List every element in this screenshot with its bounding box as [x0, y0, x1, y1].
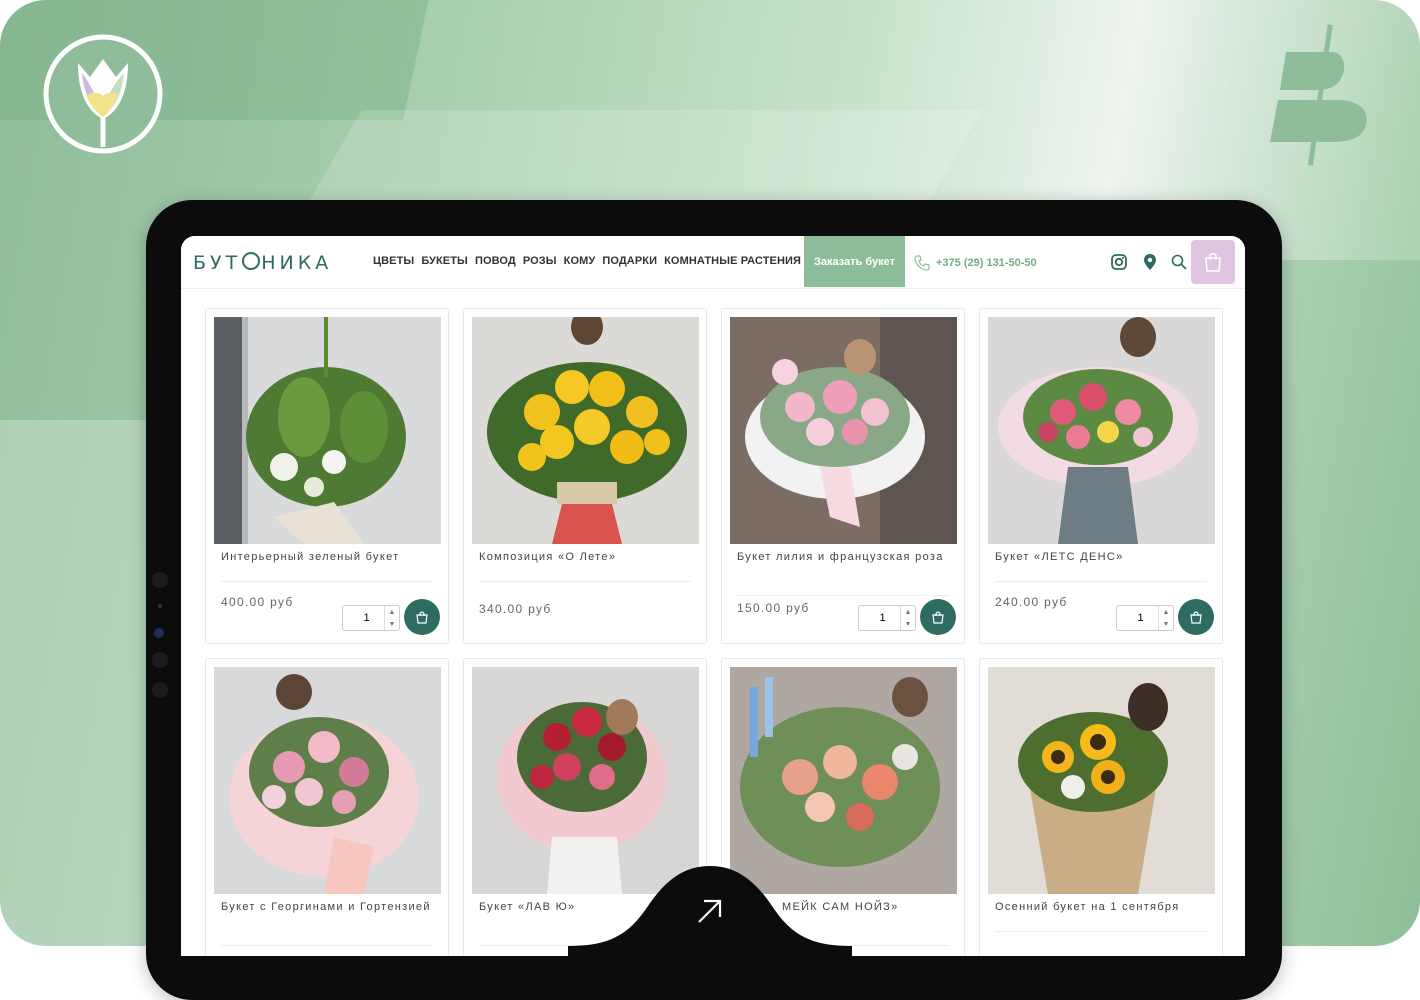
product-photo[interactable] [472, 667, 699, 894]
product-name[interactable]: Осенний букет на 1 сентября [995, 901, 1207, 914]
product-name[interactable]: Интерьерный зеленый букет [221, 551, 433, 564]
phone-icon [914, 255, 930, 271]
phone-link[interactable]: +375 (29) 131-50-50 [914, 255, 1037, 271]
product-photo[interactable] [730, 667, 957, 894]
decrement-icon[interactable]: ▼ [1159, 618, 1173, 630]
add-to-cart-button[interactable] [920, 599, 956, 635]
instagram-icon[interactable] [1110, 253, 1128, 271]
brand-mark-icon [1270, 24, 1367, 166]
product-photo[interactable] [214, 667, 441, 894]
phone-number: +375 (29) 131-50-50 [936, 257, 1037, 269]
product-name[interactable]: Букет «ЛЕТС ДЕНС» [995, 551, 1207, 564]
quantity-value[interactable]: 1 [859, 612, 900, 624]
increment-icon[interactable]: ▲ [1159, 606, 1173, 618]
nav-item-roses[interactable]: РОЗЫ [523, 255, 557, 267]
quantity-value[interactable]: 1 [343, 612, 384, 624]
product-photo[interactable] [988, 317, 1215, 544]
quantity-stepper[interactable]: 1 ▲ ▼ [858, 605, 916, 631]
browser-screen: БУТ НИКА ЦВЕТЫ БУКЕТЫ ПОВОД РОЗЫ КОМУ ПОД… [181, 236, 1245, 956]
product-price: 340.00 руб [479, 602, 552, 616]
product-card[interactable]: Интерьерный зеленый букет 400.00 руб 1 ▲ ▼ [205, 308, 449, 644]
nav-item-occasion[interactable]: ПОВОД [475, 255, 516, 267]
location-pin-icon[interactable] [1141, 253, 1159, 271]
search-icon[interactable] [1170, 253, 1188, 271]
nav-item-bouquets[interactable]: БУКЕТЫ [421, 255, 468, 267]
product-photo[interactable] [472, 317, 699, 544]
product-photo[interactable] [988, 667, 1215, 894]
nav-item-gifts[interactable]: ПОДАРКИ [602, 255, 657, 267]
increment-icon[interactable]: ▲ [385, 606, 399, 618]
product-card[interactable]: Букет с Георгинами и Гортензией [205, 658, 449, 956]
nav-item-recipient[interactable]: КОМУ [564, 255, 596, 267]
quantity-stepper[interactable]: 1 ▲ ▼ [1116, 605, 1174, 631]
order-bouquet-button[interactable]: Заказать букет [804, 236, 905, 287]
product-name[interactable]: Композиция «О Лете» [479, 551, 691, 564]
product-card[interactable]: Букет «ЛЕТС ДЕНС» 240.00 руб 1 ▲ ▼ [979, 308, 1223, 644]
site-header: БУТ НИКА ЦВЕТЫ БУКЕТЫ ПОВОД РОЗЫ КОМУ ПОД… [181, 236, 1245, 289]
product-card[interactable]: Осенний букет на 1 сентября [979, 658, 1223, 956]
quantity-value[interactable]: 1 [1117, 612, 1158, 624]
shopping-bag-icon [932, 611, 944, 624]
product-price: 400.00 руб [221, 595, 294, 609]
product-photo[interactable] [730, 317, 957, 544]
shopping-bag-icon [1190, 611, 1202, 624]
site-logo[interactable]: БУТ НИКА [193, 252, 332, 274]
add-to-cart-button[interactable] [1178, 599, 1214, 635]
main-nav: ЦВЕТЫ БУКЕТЫ ПОВОД РОЗЫ КОМУ ПОДАРКИ КОМ… [373, 255, 801, 267]
product-name[interactable]: Букет лилия и французская роза [737, 551, 949, 564]
product-card[interactable]: Композиция «О Лете» 340.00 руб [463, 308, 707, 644]
nav-item-houseplants[interactable]: КОМНАТНЫЕ РАСТЕНИЯ [664, 255, 801, 267]
decrement-icon[interactable]: ▼ [901, 618, 915, 630]
product-photo[interactable] [214, 317, 441, 544]
decrement-icon[interactable]: ▼ [385, 618, 399, 630]
increment-icon[interactable]: ▲ [901, 606, 915, 618]
add-to-cart-button[interactable] [404, 599, 440, 635]
product-grid: Интерьерный зеленый букет 400.00 руб 1 ▲ ▼… [205, 308, 1223, 956]
shopping-bag-icon [1205, 253, 1221, 272]
tulip-logo-icon [43, 34, 163, 154]
shopping-bag-icon [416, 611, 428, 624]
product-name[interactable]: Букет с Георгинами и Гортензией [221, 901, 433, 914]
open-link-button[interactable] [568, 866, 852, 986]
product-price: 150.00 руб [737, 601, 810, 615]
product-price: 240.00 руб [995, 595, 1068, 609]
quantity-stepper[interactable]: 1 ▲ ▼ [342, 605, 400, 631]
cart-button[interactable] [1191, 240, 1235, 284]
nav-item-flowers[interactable]: ЦВЕТЫ [373, 255, 414, 267]
product-card[interactable]: Букет лилия и французская роза 150.00 ру… [721, 308, 965, 644]
